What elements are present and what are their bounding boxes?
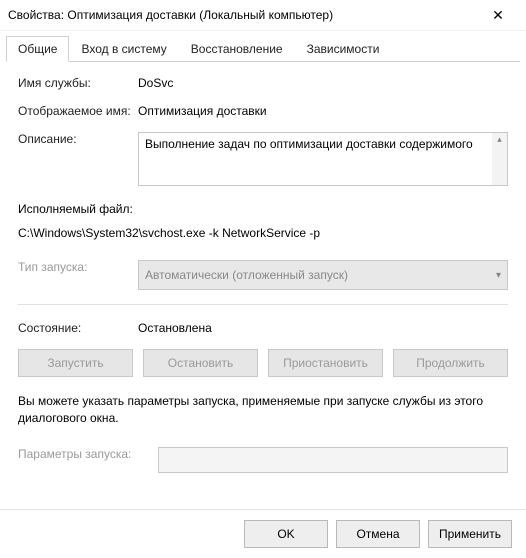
window-title: Свойства: Оптимизация доставки (Локальны…: [8, 8, 478, 22]
value-description: Выполнение задач по оптимизации доставки…: [145, 137, 473, 151]
tab-recovery[interactable]: Восстановление: [179, 36, 295, 62]
value-startup-type: Автоматически (отложенный запуск): [145, 268, 348, 282]
tab-logon[interactable]: Вход в систему: [69, 36, 178, 62]
titlebar: Свойства: Оптимизация доставки (Локальны…: [0, 0, 526, 31]
cancel-button[interactable]: Отмена: [336, 520, 420, 548]
apply-button[interactable]: Применить: [428, 520, 512, 548]
start-button[interactable]: Запустить: [18, 349, 133, 377]
close-icon[interactable]: ✕: [478, 6, 518, 24]
control-buttons: Запустить Остановить Приостановить Продо…: [18, 349, 508, 377]
value-display-name: Оптимизация доставки: [138, 104, 508, 118]
chevron-up-icon[interactable]: ▴: [497, 133, 502, 146]
stop-button[interactable]: Остановить: [143, 349, 258, 377]
separator: [18, 304, 508, 305]
label-start-params: Параметры запуска:: [18, 447, 158, 473]
scrollbar[interactable]: ▴: [492, 133, 507, 185]
startup-type-select[interactable]: Автоматически (отложенный запуск) ▾: [138, 260, 508, 290]
chevron-down-icon: ▾: [496, 270, 501, 281]
value-exe-path: C:\Windows\System32\svchost.exe -k Netwo…: [18, 224, 508, 242]
label-service-name: Имя службы:: [18, 76, 138, 90]
description-textbox[interactable]: Выполнение задач по оптимизации доставки…: [138, 132, 508, 186]
label-display-name: Отображаемое имя:: [18, 104, 138, 118]
label-state: Состояние:: [18, 321, 138, 335]
tab-pane-general: Имя службы: DoSvc Отображаемое имя: Опти…: [0, 62, 526, 493]
exe-block: Исполняемый файл: C:\Windows\System32\sv…: [18, 200, 508, 242]
start-params-input[interactable]: [158, 447, 508, 473]
ok-button[interactable]: OK: [244, 520, 328, 548]
properties-dialog: Свойства: Оптимизация доставки (Локальны…: [0, 0, 526, 558]
label-description: Описание:: [18, 132, 138, 186]
tab-strip: Общие Вход в систему Восстановление Зави…: [6, 35, 520, 62]
pause-button[interactable]: Приостановить: [268, 349, 383, 377]
label-exe-path: Исполняемый файл:: [18, 200, 508, 218]
dialog-footer: OK Отмена Применить: [0, 509, 526, 558]
tab-dependencies[interactable]: Зависимости: [295, 36, 392, 62]
resume-button[interactable]: Продолжить: [393, 349, 508, 377]
label-startup-type: Тип запуска:: [18, 260, 138, 290]
start-params-note: Вы можете указать параметры запуска, при…: [18, 393, 508, 427]
value-state: Остановлена: [138, 321, 508, 335]
tab-general[interactable]: Общие: [6, 36, 69, 62]
value-service-name: DoSvc: [138, 76, 508, 90]
